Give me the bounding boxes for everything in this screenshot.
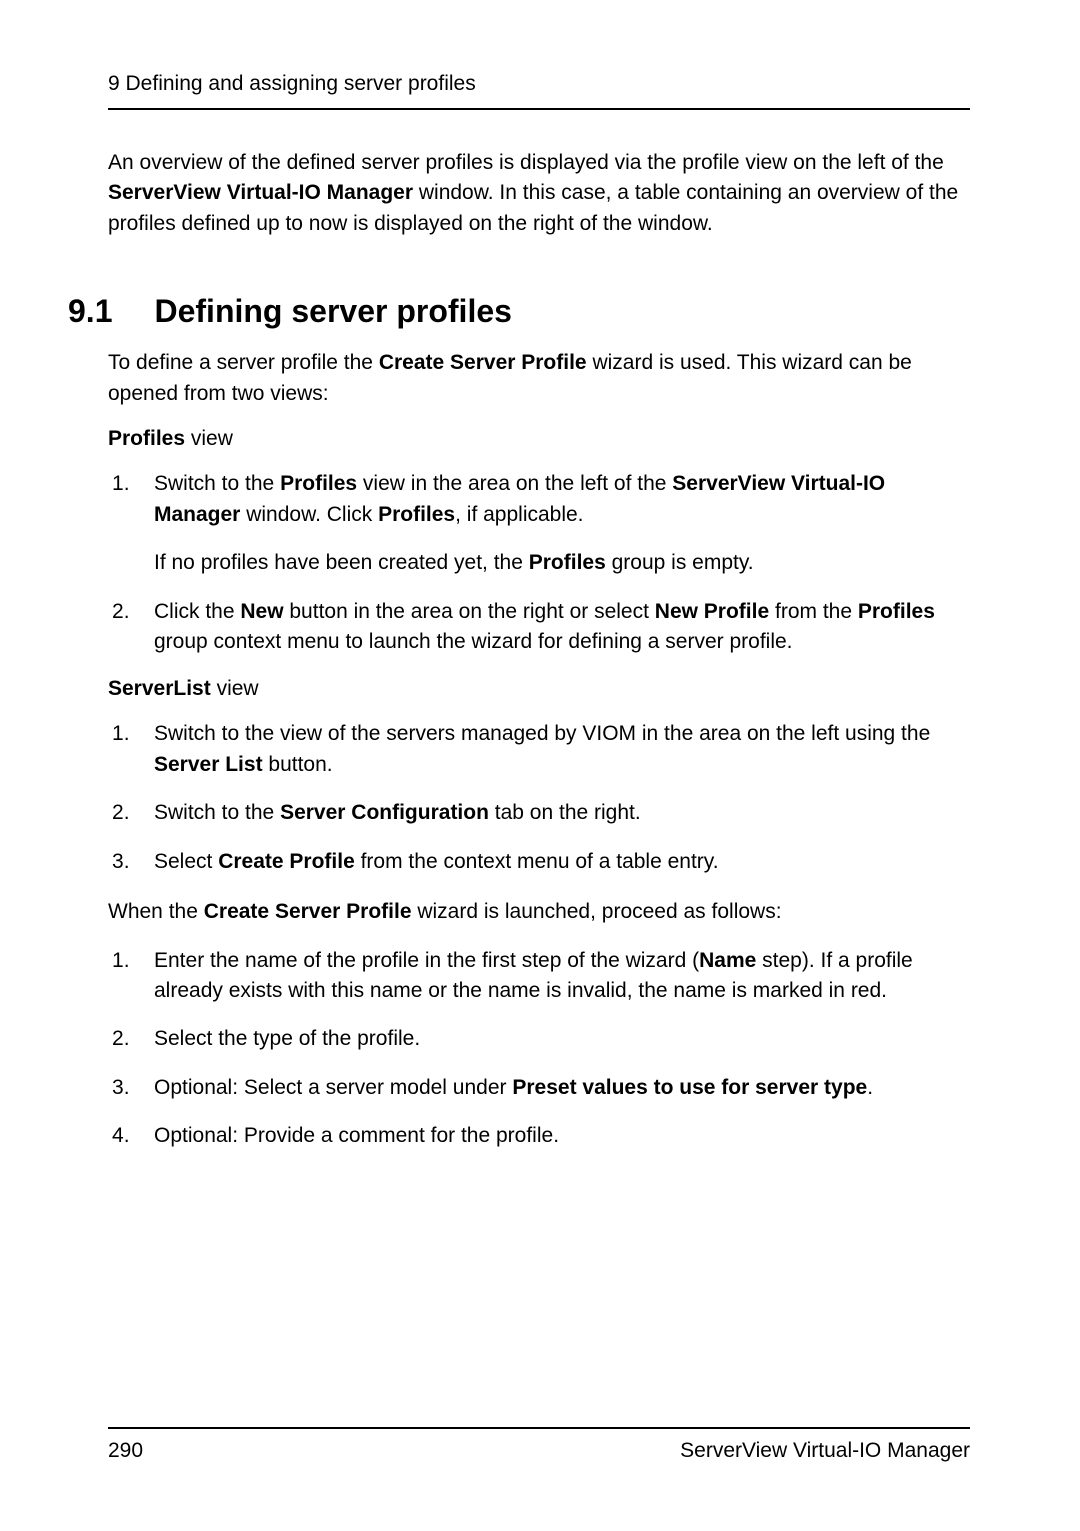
l1i1-sub-c: group is empty. xyxy=(606,551,754,574)
l2i2-a: Switch to the xyxy=(154,801,280,824)
l3i3-a: Optional: Select a server model under xyxy=(154,1076,512,1099)
profiles-view-text: view xyxy=(185,427,233,450)
profiles-view-steps: Switch to the Profiles view in the area … xyxy=(108,469,970,657)
list3-item4: Optional: Provide a comment for the prof… xyxy=(108,1121,970,1151)
l3i4-a: Optional: Provide a comment for the prof… xyxy=(154,1124,559,1147)
l1i1-g: , if applicable. xyxy=(455,503,583,526)
l1i1-sub-b: Profiles xyxy=(529,551,606,574)
l2i2-c: tab on the right. xyxy=(489,801,641,824)
l2i3-a: Select xyxy=(154,850,218,873)
list2-item3: Select Create Profile from the context m… xyxy=(108,847,970,877)
l1i2-f: Profiles xyxy=(858,600,935,623)
l1i1-sub: If no profiles have been created yet, th… xyxy=(154,548,970,578)
l1i1-e: window. Click xyxy=(240,503,378,526)
serverlist-view-label: ServerList view xyxy=(108,677,970,701)
l1i2-g: group context menu to launch the wizard … xyxy=(154,630,793,653)
l2i1-a: Switch to the view of the servers manage… xyxy=(154,722,930,745)
header-rule xyxy=(108,108,970,110)
l2i1-b: Server List xyxy=(154,753,263,776)
l3i1-a: Enter the name of the profile in the fir… xyxy=(154,949,699,972)
serverlist-view-steps: Switch to the view of the servers manage… xyxy=(108,719,970,877)
para2-b: Create Server Profile xyxy=(204,900,412,923)
doc-title: ServerView Virtual-IO Manager xyxy=(680,1439,970,1463)
para-launched: When the Create Server Profile wizard is… xyxy=(108,897,970,927)
profiles-view-bold: Profiles xyxy=(108,427,185,450)
list3-item2: Select the type of the profile. xyxy=(108,1024,970,1054)
l2i1-c: button. xyxy=(263,753,333,776)
wizard-steps: Enter the name of the profile in the fir… xyxy=(108,946,970,1152)
para1-a: To define a server profile the xyxy=(108,351,379,374)
section-title: Defining server profiles xyxy=(154,293,511,330)
list2-item1: Switch to the view of the servers manage… xyxy=(108,719,970,780)
list2-item2: Switch to the Server Configuration tab o… xyxy=(108,798,970,828)
list3-item1: Enter the name of the profile in the fir… xyxy=(108,946,970,1007)
serverlist-view-text: view xyxy=(211,677,259,700)
para-define: To define a server profile the Create Se… xyxy=(108,348,970,409)
intro-paragraph: An overview of the defined server profil… xyxy=(108,148,970,239)
l1i2-b: New xyxy=(240,600,283,623)
l2i2-b: Server Configuration xyxy=(280,801,489,824)
l1i1-c: view in the area on the left of the xyxy=(357,472,672,495)
intro-bold: ServerView Virtual-IO Manager xyxy=(108,181,413,204)
para2-c: wizard is launched, proceed as follows: xyxy=(412,900,782,923)
list1-item1: Switch to the Profiles view in the area … xyxy=(108,469,970,578)
list3-item3: Optional: Select a server model under Pr… xyxy=(108,1073,970,1103)
l1i2-c: button in the area on the right or selec… xyxy=(284,600,655,623)
para1-b: Create Server Profile xyxy=(379,351,587,374)
intro-text-a: An overview of the defined server profil… xyxy=(108,151,944,174)
serverlist-view-bold: ServerList xyxy=(108,677,211,700)
page-number: 290 xyxy=(108,1439,143,1463)
l2i3-b: Create Profile xyxy=(218,850,355,873)
l1i1-b: Profiles xyxy=(280,472,357,495)
footer-rule xyxy=(108,1427,970,1429)
section-number: 9.1 xyxy=(68,293,112,330)
l1i2-a: Click the xyxy=(154,600,240,623)
l3i3-c: . xyxy=(867,1076,873,1099)
l1i2-e: from the xyxy=(769,600,858,623)
page-footer: 290 ServerView Virtual-IO Manager xyxy=(108,1427,970,1463)
l2i3-c: from the context menu of a table entry. xyxy=(355,850,719,873)
l3i2-a: Select the type of the profile. xyxy=(154,1027,420,1050)
profiles-view-label: Profiles view xyxy=(108,427,970,451)
l1i1-a: Switch to the xyxy=(154,472,280,495)
l1i2-d: New Profile xyxy=(655,600,769,623)
l1i1-f: Profiles xyxy=(378,503,455,526)
l3i3-b: Preset values to use for server type xyxy=(512,1076,867,1099)
list1-item2: Click the New button in the area on the … xyxy=(108,597,970,658)
para2-a: When the xyxy=(108,900,204,923)
l1i1-sub-a: If no profiles have been created yet, th… xyxy=(154,551,529,574)
section-heading: 9.1 Defining server profiles xyxy=(68,293,970,330)
page-header: 9 Defining and assigning server profiles xyxy=(108,72,970,96)
l3i1-b: Name xyxy=(699,949,756,972)
